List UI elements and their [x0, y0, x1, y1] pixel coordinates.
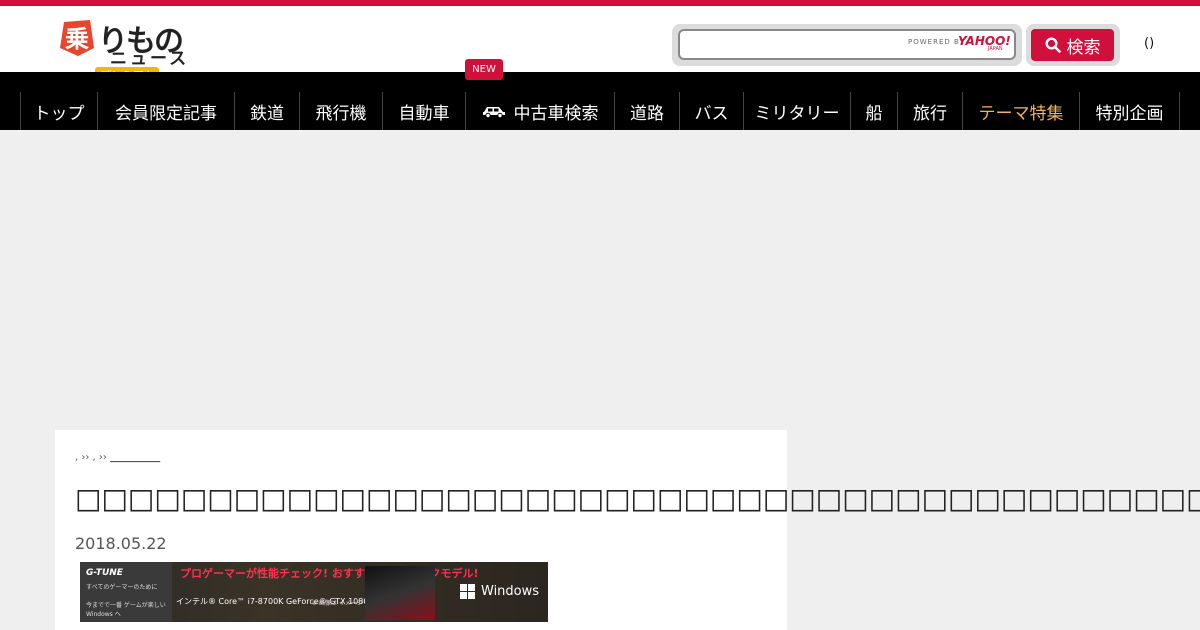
- banner-tagline: すべてのゲーマーのために: [86, 584, 158, 591]
- nav-item-label: 道路: [630, 103, 664, 124]
- nav-item-label: テーマ特集: [978, 103, 1064, 124]
- nav-item-travel[interactable]: 旅行: [897, 92, 962, 130]
- search-button[interactable]: 検索: [1031, 29, 1114, 61]
- nav-item-label: バス: [694, 103, 729, 124]
- search-button-label: 検索: [1066, 37, 1101, 58]
- article-title: □□□□□□□□□□□□□□□□□□□□□□□□□□□□□□□□□□□□□□□□…: [75, 482, 1200, 515]
- nav-item-label: 会員限定記事: [115, 103, 217, 124]
- nav-item-cars[interactable]: 自動車: [382, 92, 465, 130]
- nav-item-label: 飛行機: [315, 103, 367, 124]
- nav-divider: [1179, 92, 1180, 130]
- nav-item-special-projects[interactable]: 特別企画: [1079, 92, 1179, 130]
- article-card: , ›› , ›› __________ □□□□□□□□□□□□□□□□□□□…: [55, 430, 1200, 630]
- breadcrumb-current: __________: [110, 452, 161, 463]
- banner-windows-label: Windows: [481, 584, 540, 599]
- nav-item-members-only[interactable]: 会員限定記事: [97, 92, 234, 130]
- nav-item-military[interactable]: ミリタリー: [743, 92, 850, 130]
- nav-item-label: 鉄道: [250, 103, 284, 124]
- banner-tagline-2: 今までで一番 ゲームが楽しい Windows へ: [86, 602, 166, 618]
- svg-text:乗: 乗: [65, 25, 89, 53]
- banner-windows: Windows: [460, 584, 539, 599]
- car-icon: [482, 107, 505, 118]
- breadcrumb-path[interactable]: , ›› , ››: [75, 452, 107, 463]
- login-link[interactable]: (): [1144, 36, 1154, 51]
- nav-item-roads[interactable]: 道路: [614, 92, 679, 130]
- nav-item-label: 旅行: [913, 103, 947, 124]
- search-icon: [1044, 37, 1061, 53]
- ad-banner[interactable]: G-TUNE すべてのゲーマーのために 今までで一番 ゲームが楽しい Windo…: [80, 562, 548, 622]
- article-date: 2018.05.22: [75, 534, 167, 553]
- nav-item-label: 自動車: [398, 103, 450, 124]
- nav-item-label: 特別企画: [1095, 103, 1164, 124]
- nav-item-label: トップ: [33, 103, 85, 124]
- banner-brand-panel: G-TUNE すべてのゲーマーのために 今までで一番 ゲームが楽しい Windo…: [80, 562, 172, 622]
- site-header: 乗 りもの ニュース プレミアム POWERED BY YAHOO! JAPAN…: [0, 6, 1200, 85]
- logo-jo-mark-icon: 乗: [60, 20, 94, 56]
- nav-item-railway[interactable]: 鉄道: [234, 92, 299, 130]
- nav-item-bus[interactable]: バス: [679, 92, 743, 130]
- nav-item-used-car-search[interactable]: 中古車検索: [465, 92, 614, 130]
- gaming-pc-image: [365, 566, 435, 620]
- nav-item-theme-features[interactable]: テーマ特集: [962, 92, 1079, 130]
- search-button-wrap: 検索: [1026, 24, 1120, 66]
- banner-brand: G-TUNE: [86, 568, 123, 578]
- powered-by-label: POWERED BY: [908, 38, 965, 46]
- yahoo-logo-sub: JAPAN: [988, 46, 1003, 52]
- ad-space: [0, 130, 1200, 430]
- nav-item-label: ミリタリー: [754, 103, 840, 124]
- new-badge: NEW: [465, 59, 503, 80]
- main-nav: トップ 会員限定記事 鉄道 飛行機 自動車 中古車検索 道路 バス ミリタリー …: [0, 72, 1200, 130]
- nav-item-top[interactable]: トップ: [20, 92, 97, 130]
- nav-item-label: 中古車検索: [513, 103, 599, 124]
- logo-text-sub: ニュース: [110, 49, 190, 69]
- nav-item-aircraft[interactable]: 飛行機: [299, 92, 382, 130]
- breadcrumb: , ›› , ›› __________: [75, 452, 160, 463]
- nav-item-label: 船: [865, 103, 883, 124]
- nav-item-ships[interactable]: 船: [850, 92, 897, 130]
- windows-logo-icon: [460, 584, 475, 599]
